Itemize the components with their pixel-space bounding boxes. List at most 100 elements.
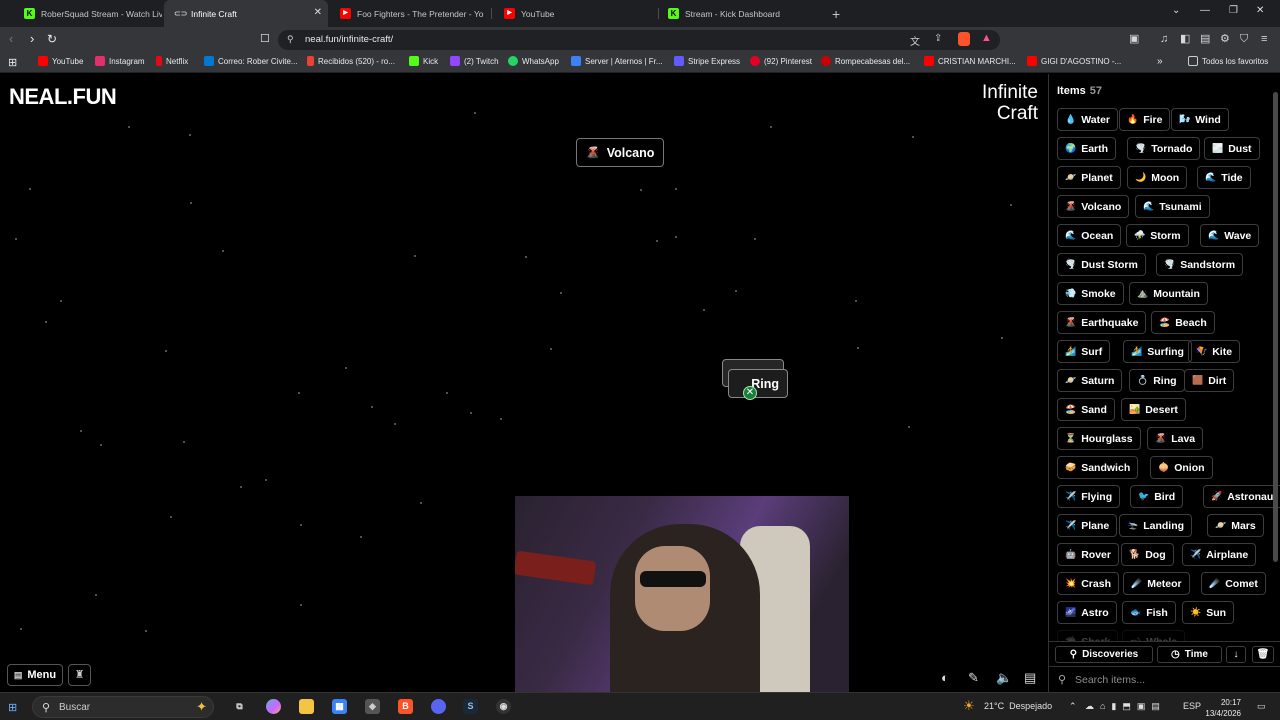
notifications-icon[interactable]: ▭ (1257, 701, 1266, 712)
discord-icon[interactable] (431, 699, 446, 714)
bookmark-gmail[interactable]: Recibidos (520) - ro... (307, 56, 395, 66)
bookmark-whatsapp[interactable]: WhatsApp (508, 56, 559, 66)
bookmark-twitch[interactable]: (2) Twitch (450, 56, 499, 66)
tab-kick-dashboard[interactable]: K Stream - Kick Dashboard (658, 0, 818, 27)
bookmark-stripe[interactable]: Stripe Express (674, 56, 740, 66)
app-icon[interactable]: ◆ (365, 699, 380, 714)
tab-roberstream[interactable]: K RoberSquad Stream - Watch Live (14, 0, 162, 27)
clear-broom-icon[interactable]: ✎ (968, 670, 979, 686)
tab-foo-fighters[interactable]: ▶ Foo Fighters - The Pretender - Yo (330, 0, 486, 27)
item-storm[interactable]: ⛈️ Storm (1126, 224, 1189, 247)
item-surfing[interactable]: 🏄 Surfing (1123, 340, 1192, 363)
delete-button[interactable]: 🗑 (1252, 646, 1274, 663)
new-tab-button[interactable]: + (822, 0, 846, 27)
bookmark-pinterest[interactable]: (92) Pinterest (750, 56, 812, 66)
wallet-icon[interactable]: ▤ (1200, 34, 1210, 45)
minimize-icon[interactable]: — (1200, 5, 1210, 16)
tab-search-icon[interactable]: ⌄ (1172, 5, 1180, 16)
sidebar-toggle-icon[interactable]: ▣ (1129, 34, 1139, 45)
item-ocean[interactable]: 🌊 Ocean (1057, 224, 1122, 247)
item-sandstorm[interactable]: 🌪️ Sandstorm (1156, 253, 1244, 276)
item-sun[interactable]: ☀️ Sun (1182, 601, 1235, 624)
sound-icon[interactable]: 🔈 (996, 670, 1012, 686)
file-explorer-icon[interactable] (299, 699, 314, 714)
item-meteor[interactable]: ☄️ Meteor (1123, 572, 1190, 595)
bookmark-youtube[interactable]: YouTube (38, 56, 83, 66)
bookmark-cristian[interactable]: CRISTIAN MARCHI... (924, 56, 1016, 66)
craft-canvas[interactable]: NEAL.FUN Infinite Craft 🌋 Volcano Ring ✕… (0, 74, 1048, 692)
item-kite[interactable]: 🪁 Kite (1188, 340, 1241, 363)
copilot-icon[interactable] (266, 699, 281, 714)
menu-icon[interactable]: ≡ (1261, 34, 1267, 45)
item-onion[interactable]: 🧅 Onion (1150, 456, 1213, 479)
obs-icon[interactable]: ◉ (496, 699, 511, 714)
language-indicator[interactable]: ESP (1183, 701, 1201, 711)
trophy-button[interactable]: ♜ (68, 664, 91, 686)
bookmark-outlook[interactable]: Correo: Rober Civite... (204, 56, 298, 66)
share-icon[interactable]: ⇪ (934, 33, 942, 44)
site-info-icon[interactable]: ⚲ (287, 34, 294, 45)
item-crash[interactable]: 💥 Crash (1057, 572, 1119, 595)
item-beach[interactable]: 🏖️ Beach (1151, 311, 1215, 334)
maximize-icon[interactable]: ❐ (1229, 5, 1238, 16)
item-smoke[interactable]: 💨 Smoke (1057, 282, 1124, 305)
neal-fun-logo[interactable]: NEAL.FUN (9, 84, 117, 110)
item-planet[interactable]: 🪐 Planet (1057, 166, 1121, 189)
list-view-icon[interactable]: ▤ (1024, 670, 1036, 686)
weather-widget[interactable]: 21°C Despejado (984, 701, 1052, 711)
item-earthquake[interactable]: 🌋 Earthquake (1057, 311, 1147, 334)
back-icon[interactable]: ‹ (9, 32, 13, 46)
item-fire[interactable]: 🔥 Fire (1119, 108, 1171, 131)
music-icon[interactable]: ♫ (1160, 34, 1168, 45)
item-sandwich[interactable]: 🥪 Sandwich (1057, 456, 1139, 479)
item-rover[interactable]: 🤖 Rover (1057, 543, 1119, 566)
canvas-element-volcano[interactable]: 🌋 Volcano (576, 138, 665, 167)
all-favorites-button[interactable]: Todos los favoritos (1188, 56, 1268, 66)
bookmark-rompecabezas[interactable]: Rompecabesas del... (821, 56, 910, 66)
close-window-icon[interactable]: ✕ (1256, 5, 1264, 16)
item-mars[interactable]: 🪐 Mars (1207, 514, 1264, 537)
item-dog[interactable]: 🐕 Dog (1121, 543, 1174, 566)
item-moon[interactable]: 🌙 Moon (1127, 166, 1188, 189)
extensions-icon[interactable]: ⚙ (1220, 34, 1230, 45)
item-tsunami[interactable]: 🌊 Tsunami (1135, 195, 1210, 218)
search-items-input[interactable] (1075, 672, 1255, 688)
discoveries-button[interactable]: ⚲ Discoveries (1055, 646, 1153, 663)
item-wave[interactable]: 🌊 Wave (1200, 224, 1260, 247)
tab-infinite-craft[interactable]: ⊂⊃ Infinite Craft ✕ (164, 0, 328, 27)
item-astronaut[interactable]: 🚀 Astronaut (1203, 485, 1280, 508)
canvas-element-ring-dragging[interactable]: Ring (728, 369, 788, 398)
item-tornado[interactable]: 🌪️ Tornado (1127, 137, 1201, 160)
bookmark-aternos[interactable]: Server | Aternos | Fr... (571, 56, 663, 66)
dark-mode-icon[interactable]: ◐ (941, 670, 949, 685)
item-airplane[interactable]: ✈️ Airplane (1182, 543, 1257, 566)
bookmarks-overflow-button[interactable]: » (1157, 56, 1163, 67)
taskbar-search-box[interactable]: ⚲ Buscar ✦ (32, 696, 214, 718)
translate-icon[interactable]: 文 (910, 33, 920, 48)
brave-rewards-icon[interactable]: ▲ (981, 32, 992, 44)
apps-icon[interactable]: ⊞ (8, 56, 17, 69)
reload-icon[interactable]: ↻ (47, 32, 57, 46)
item-hourglass[interactable]: ⏳ Hourglass (1057, 427, 1141, 450)
item-wind[interactable]: 🌬️ Wind (1171, 108, 1229, 131)
item-water[interactable]: 💧 Water (1057, 108, 1119, 131)
item-dust-storm[interactable]: 🌪️ Dust Storm (1057, 253, 1146, 276)
item-astro[interactable]: 🌌 Astro (1057, 601, 1117, 624)
item-dirt[interactable]: 🟫 Dirt (1184, 369, 1235, 392)
bookmark-kick[interactable]: Kick (409, 56, 438, 66)
item-earth[interactable]: 🌍 Earth (1057, 137, 1117, 160)
brave-shield-icon[interactable] (958, 32, 970, 46)
item-bird[interactable]: 🐦 Bird (1130, 485, 1184, 508)
bookmark-instagram[interactable]: Instagram (95, 56, 145, 66)
item-lava[interactable]: 🌋 Lava (1147, 427, 1204, 450)
item-flying[interactable]: ✈️ Flying (1057, 485, 1121, 508)
store-icon[interactable]: ▦ (332, 699, 347, 714)
bookmark-icon[interactable]: ☐ (260, 32, 270, 46)
windows-start-icon[interactable]: ⊞ (8, 701, 17, 714)
bookmark-gigi[interactable]: GIGI D'AGOSTINO -... (1027, 56, 1121, 66)
item-surf[interactable]: 🏄 Surf (1057, 340, 1111, 363)
item-mountain[interactable]: ⛰️ Mountain (1129, 282, 1208, 305)
vpn-icon[interactable]: ⛉ (1240, 34, 1248, 45)
brave-browser-icon[interactable]: B (398, 699, 413, 714)
item-dust[interactable]: 🌫️ Dust (1204, 137, 1260, 160)
